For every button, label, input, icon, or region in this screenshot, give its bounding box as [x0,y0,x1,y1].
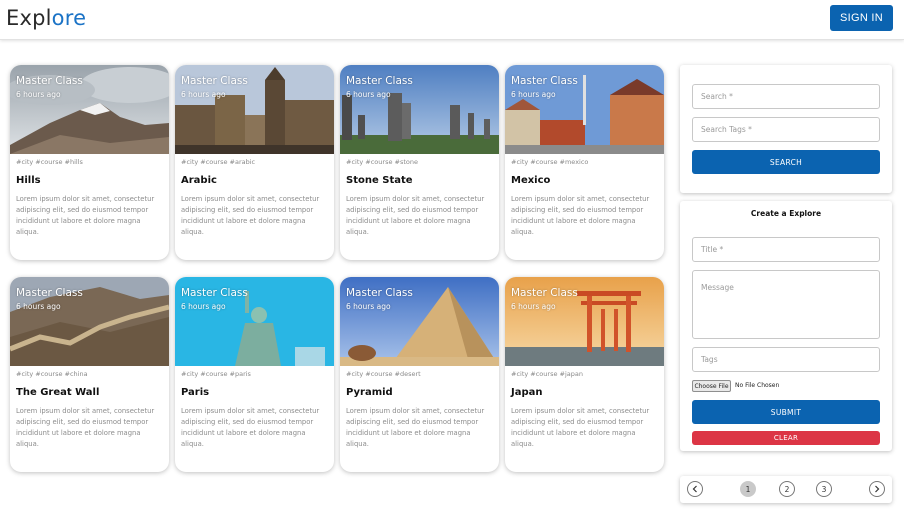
logo-text-part1: Expl [6,6,52,30]
post-card[interactable]: Master Class 6 hours ago #city #course #… [10,277,169,472]
post-title: Japan [511,387,543,398]
page-3-button[interactable]: 3 [816,481,832,497]
post-time: 6 hours ago [16,302,61,311]
post-title: Hills [16,175,41,186]
chevron-left-icon[interactable] [687,481,703,497]
post-tags: #city #course #stone [346,158,419,166]
search-tags-input[interactable]: Search Tags * [692,117,880,142]
post-title: Mexico [511,175,551,186]
post-tags: #city #course #paris [181,370,251,378]
title-field[interactable]: Title * [692,237,880,262]
post-card[interactable]: Master Class 6 hours ago #city #course #… [340,65,499,260]
post-message: Lorem ipsum dolor sit amet, consectetur … [511,407,650,448]
form-title: Create a Explore [750,209,822,218]
post-card[interactable]: Master Class 6 hours ago #city #course #… [175,65,334,260]
post-card[interactable]: Master Class 6 hours ago #city #course #… [10,65,169,260]
post-time: 6 hours ago [511,302,556,311]
app-bar: Explore SIGN IN [0,0,904,40]
post-card[interactable]: Master Class 6 hours ago #city #course #… [175,277,334,472]
post-tags: #city #course #arabic [181,158,256,166]
post-creator: Master Class [346,75,413,87]
post-title: Pyramid [346,387,393,398]
post-time: 6 hours ago [181,90,226,99]
post-time: 6 hours ago [346,90,391,99]
post-tags: #city #course #hills [16,158,83,166]
post-message: Lorem ipsum dolor sit amet, consectetur … [346,195,485,236]
post-title: The Great Wall [16,387,100,398]
post-card[interactable]: Master Class 6 hours ago #city #course #… [505,277,664,472]
post-title: Arabic [181,175,217,186]
post-message: Lorem ipsum dolor sit amet, consectetur … [511,195,650,236]
pagination: 1 2 3 [680,476,892,503]
post-creator: Master Class [346,287,413,299]
app-logo[interactable]: Explore [6,6,86,30]
post-title: Paris [181,387,210,398]
search-panel: Search * Search Tags * SEARCH [680,65,892,193]
post-time: 6 hours ago [181,302,226,311]
chevron-right-icon[interactable] [869,481,885,497]
post-creator: Master Class [181,287,248,299]
clear-button[interactable]: CLEAR [692,431,880,445]
file-status: No File Chosen [735,382,780,389]
post-creator: Master Class [511,287,578,299]
post-creator: Master Class [16,287,83,299]
post-tags: #city #course #desert [346,370,421,378]
choose-file-button[interactable]: Choose File [692,380,731,392]
post-title: Stone State [346,175,413,186]
post-tags: #city #course #mexico [511,158,589,166]
post-time: 6 hours ago [346,302,391,311]
submit-button[interactable]: SUBMIT [692,400,880,424]
post-creator: Master Class [511,75,578,87]
search-input[interactable]: Search * [692,84,880,109]
page-1-button[interactable]: 1 [740,481,756,497]
message-field[interactable]: Message [692,270,880,339]
post-creator: Master Class [16,75,83,87]
post-tags: #city #course #japan [511,370,583,378]
create-form-panel: Create a Explore Title * Message Tags Ch… [680,201,892,451]
post-message: Lorem ipsum dolor sit amet, consectetur … [181,407,320,448]
post-message: Lorem ipsum dolor sit amet, consectetur … [181,195,320,236]
post-creator: Master Class [181,75,248,87]
post-message: Lorem ipsum dolor sit amet, consectetur … [16,407,155,448]
post-message: Lorem ipsum dolor sit amet, consectetur … [346,407,485,448]
post-card[interactable]: Master Class 6 hours ago #city #course #… [340,277,499,472]
post-tags: #city #course #china [16,370,88,378]
post-time: 6 hours ago [16,90,61,99]
page-2-button[interactable]: 2 [779,481,795,497]
post-message: Lorem ipsum dolor sit amet, consectetur … [16,195,155,236]
post-card[interactable]: Master Class 6 hours ago #city #course #… [505,65,664,260]
tags-field[interactable]: Tags [692,347,880,372]
logo-text-part2: ore [51,6,87,30]
sign-in-button[interactable]: SIGN IN [830,5,893,31]
post-time: 6 hours ago [511,90,556,99]
search-button[interactable]: SEARCH [692,150,880,174]
